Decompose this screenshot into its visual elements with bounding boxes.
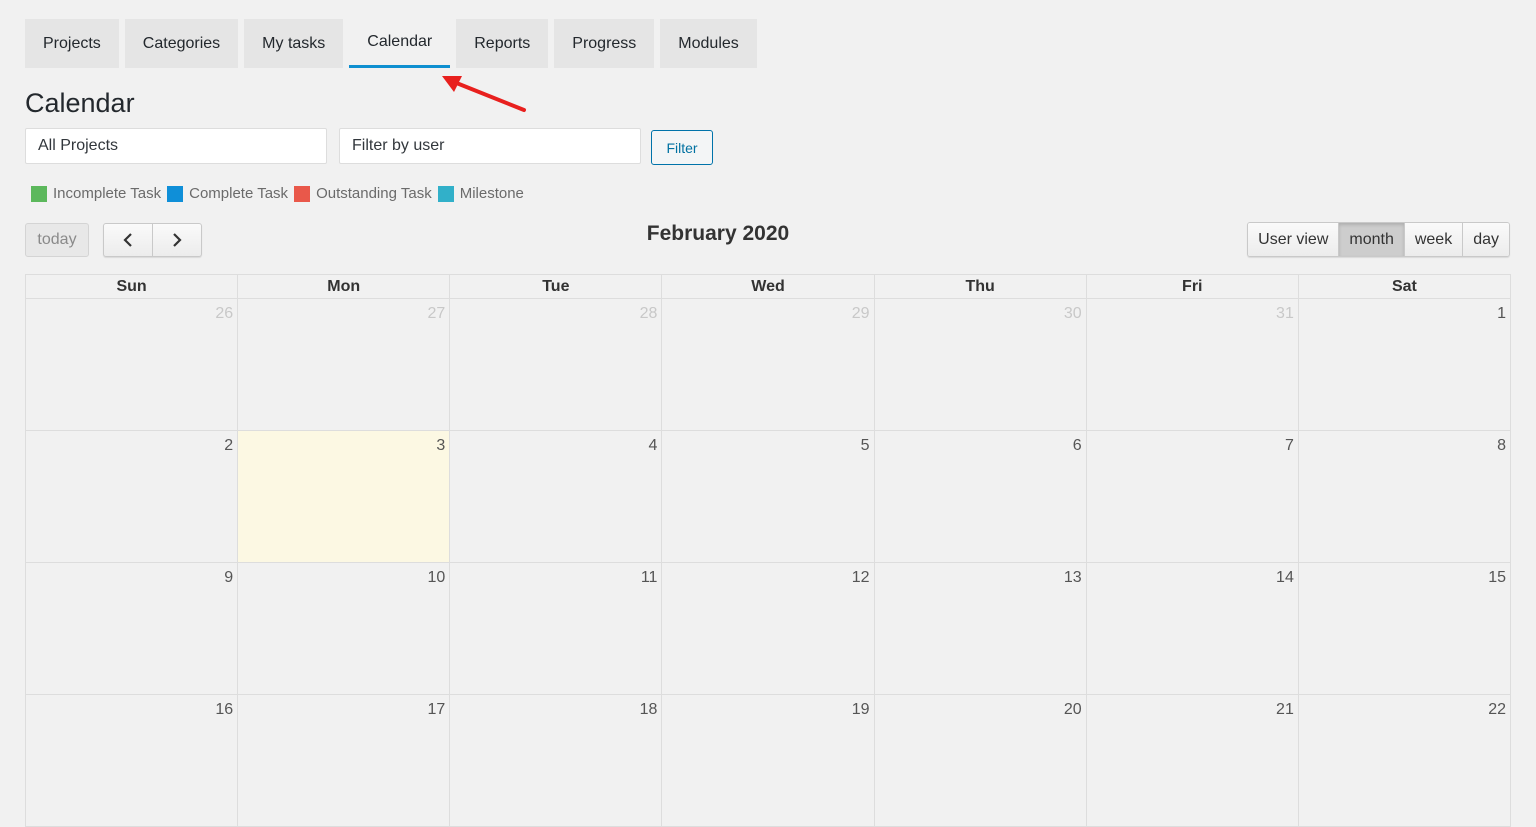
legend-swatch [31,185,47,202]
day-cell[interactable]: 20 [873,694,1087,827]
day-cell[interactable]: 22 [1297,694,1512,827]
weekday-header: Sat [1297,274,1512,299]
legend-swatch [437,185,454,202]
legend-label: Incomplete Task [53,185,162,202]
weekday-header: Sun [24,274,239,299]
calendar-week-row: 2345678 [24,430,1512,563]
annotation-arrow-icon [442,76,526,112]
day-cell[interactable]: 5 [661,430,875,563]
calendar-week-row: 9 10 11 12 13 14 15 [24,562,1512,695]
day-view-button[interactable]: day [1462,223,1509,256]
day-cell[interactable]: 8 [1297,430,1512,563]
day-cell[interactable]: 15 [1297,562,1512,695]
calendar-week-row: 26 27 28 29 30 31 1 [24,298,1512,431]
day-cell[interactable]: 31 [1085,298,1299,431]
day-cell[interactable]: 2 [24,430,239,563]
day-cell[interactable]: 7 [1085,430,1299,563]
legend-swatch [167,185,184,202]
day-cell[interactable]: 13 [873,562,1087,695]
legend-item: Milestone [437,185,524,202]
legend-swatch [294,185,311,202]
legend-label: Complete Task [189,185,289,202]
filter-button[interactable]: Filter [651,130,713,165]
legend-item: Incomplete Task [31,185,161,202]
project-select[interactable]: All Projects [25,128,327,164]
day-cell[interactable]: 29 [661,298,875,431]
day-cell[interactable]: 16 [24,694,239,827]
weekday-header: Mon [237,274,451,299]
day-cell[interactable]: 18 [449,694,663,827]
day-cell[interactable]: 4 [449,430,663,563]
day-cell[interactable]: 1 [1297,298,1512,431]
day-cell[interactable]: 21 [1085,694,1299,827]
month-view-button[interactable]: month [1338,223,1404,256]
day-cell[interactable]: 14 [1085,562,1299,695]
legend-label: Milestone [459,185,524,202]
weekday-header: Fri [1085,274,1299,299]
calendar-week-row: 16 17 18 19 20 21 22 [24,694,1512,827]
tab-categories[interactable]: Categories [124,19,239,68]
day-cell[interactable]: 26 [24,298,239,431]
legend-item: Outstanding Task [294,185,432,202]
tab-modules[interactable]: Modules [660,19,757,68]
legend: Incomplete Task Complete Task Outstandin… [31,185,530,202]
month-calendar: Sun Mon Tue Wed Thu Fri Sat 26 27 28 29 30 31 1 2 3 4 5 6… [24,274,1512,827]
day-cell[interactable]: 30 [873,298,1087,431]
day-cell[interactable]: 19 [661,694,875,827]
weekday-header: Wed [661,274,875,299]
user-view-button[interactable]: User view [1248,223,1339,256]
week-view-button[interactable]: week [1403,223,1463,256]
tab-progress[interactable]: Progress [554,19,655,68]
view-switcher: User view month week day [1247,222,1510,257]
day-cell[interactable]: 10 [237,562,451,695]
day-cell[interactable]: 27 [237,298,451,431]
day-cell[interactable]: 17 [237,694,451,827]
legend-item: Complete Task [167,185,288,202]
day-cell[interactable]: 28 [449,298,663,431]
tab-reports[interactable]: Reports [456,19,549,68]
day-cell[interactable]: 9 [24,562,239,695]
tab-projects[interactable]: Projects [25,19,119,68]
legend-label: Outstanding Task [316,185,432,202]
day-cell[interactable]: 12 [661,562,875,695]
user-filter-input[interactable]: Filter by user [339,128,641,164]
day-cell[interactable]: 6 [873,430,1087,563]
day-cell-today[interactable]: 3 [237,430,451,563]
tab-calendar[interactable]: Calendar [349,19,451,68]
calendar-title: February 2020 [646,222,790,245]
weekday-header: Tue [449,274,663,299]
weekday-header: Thu [873,274,1087,299]
day-cell[interactable]: 11 [449,562,663,695]
tab-my-tasks[interactable]: My tasks [244,19,344,68]
page-title: Calendar [25,88,135,118]
nav-tabs: Projects Categories My tasks Calendar Re… [25,19,757,68]
